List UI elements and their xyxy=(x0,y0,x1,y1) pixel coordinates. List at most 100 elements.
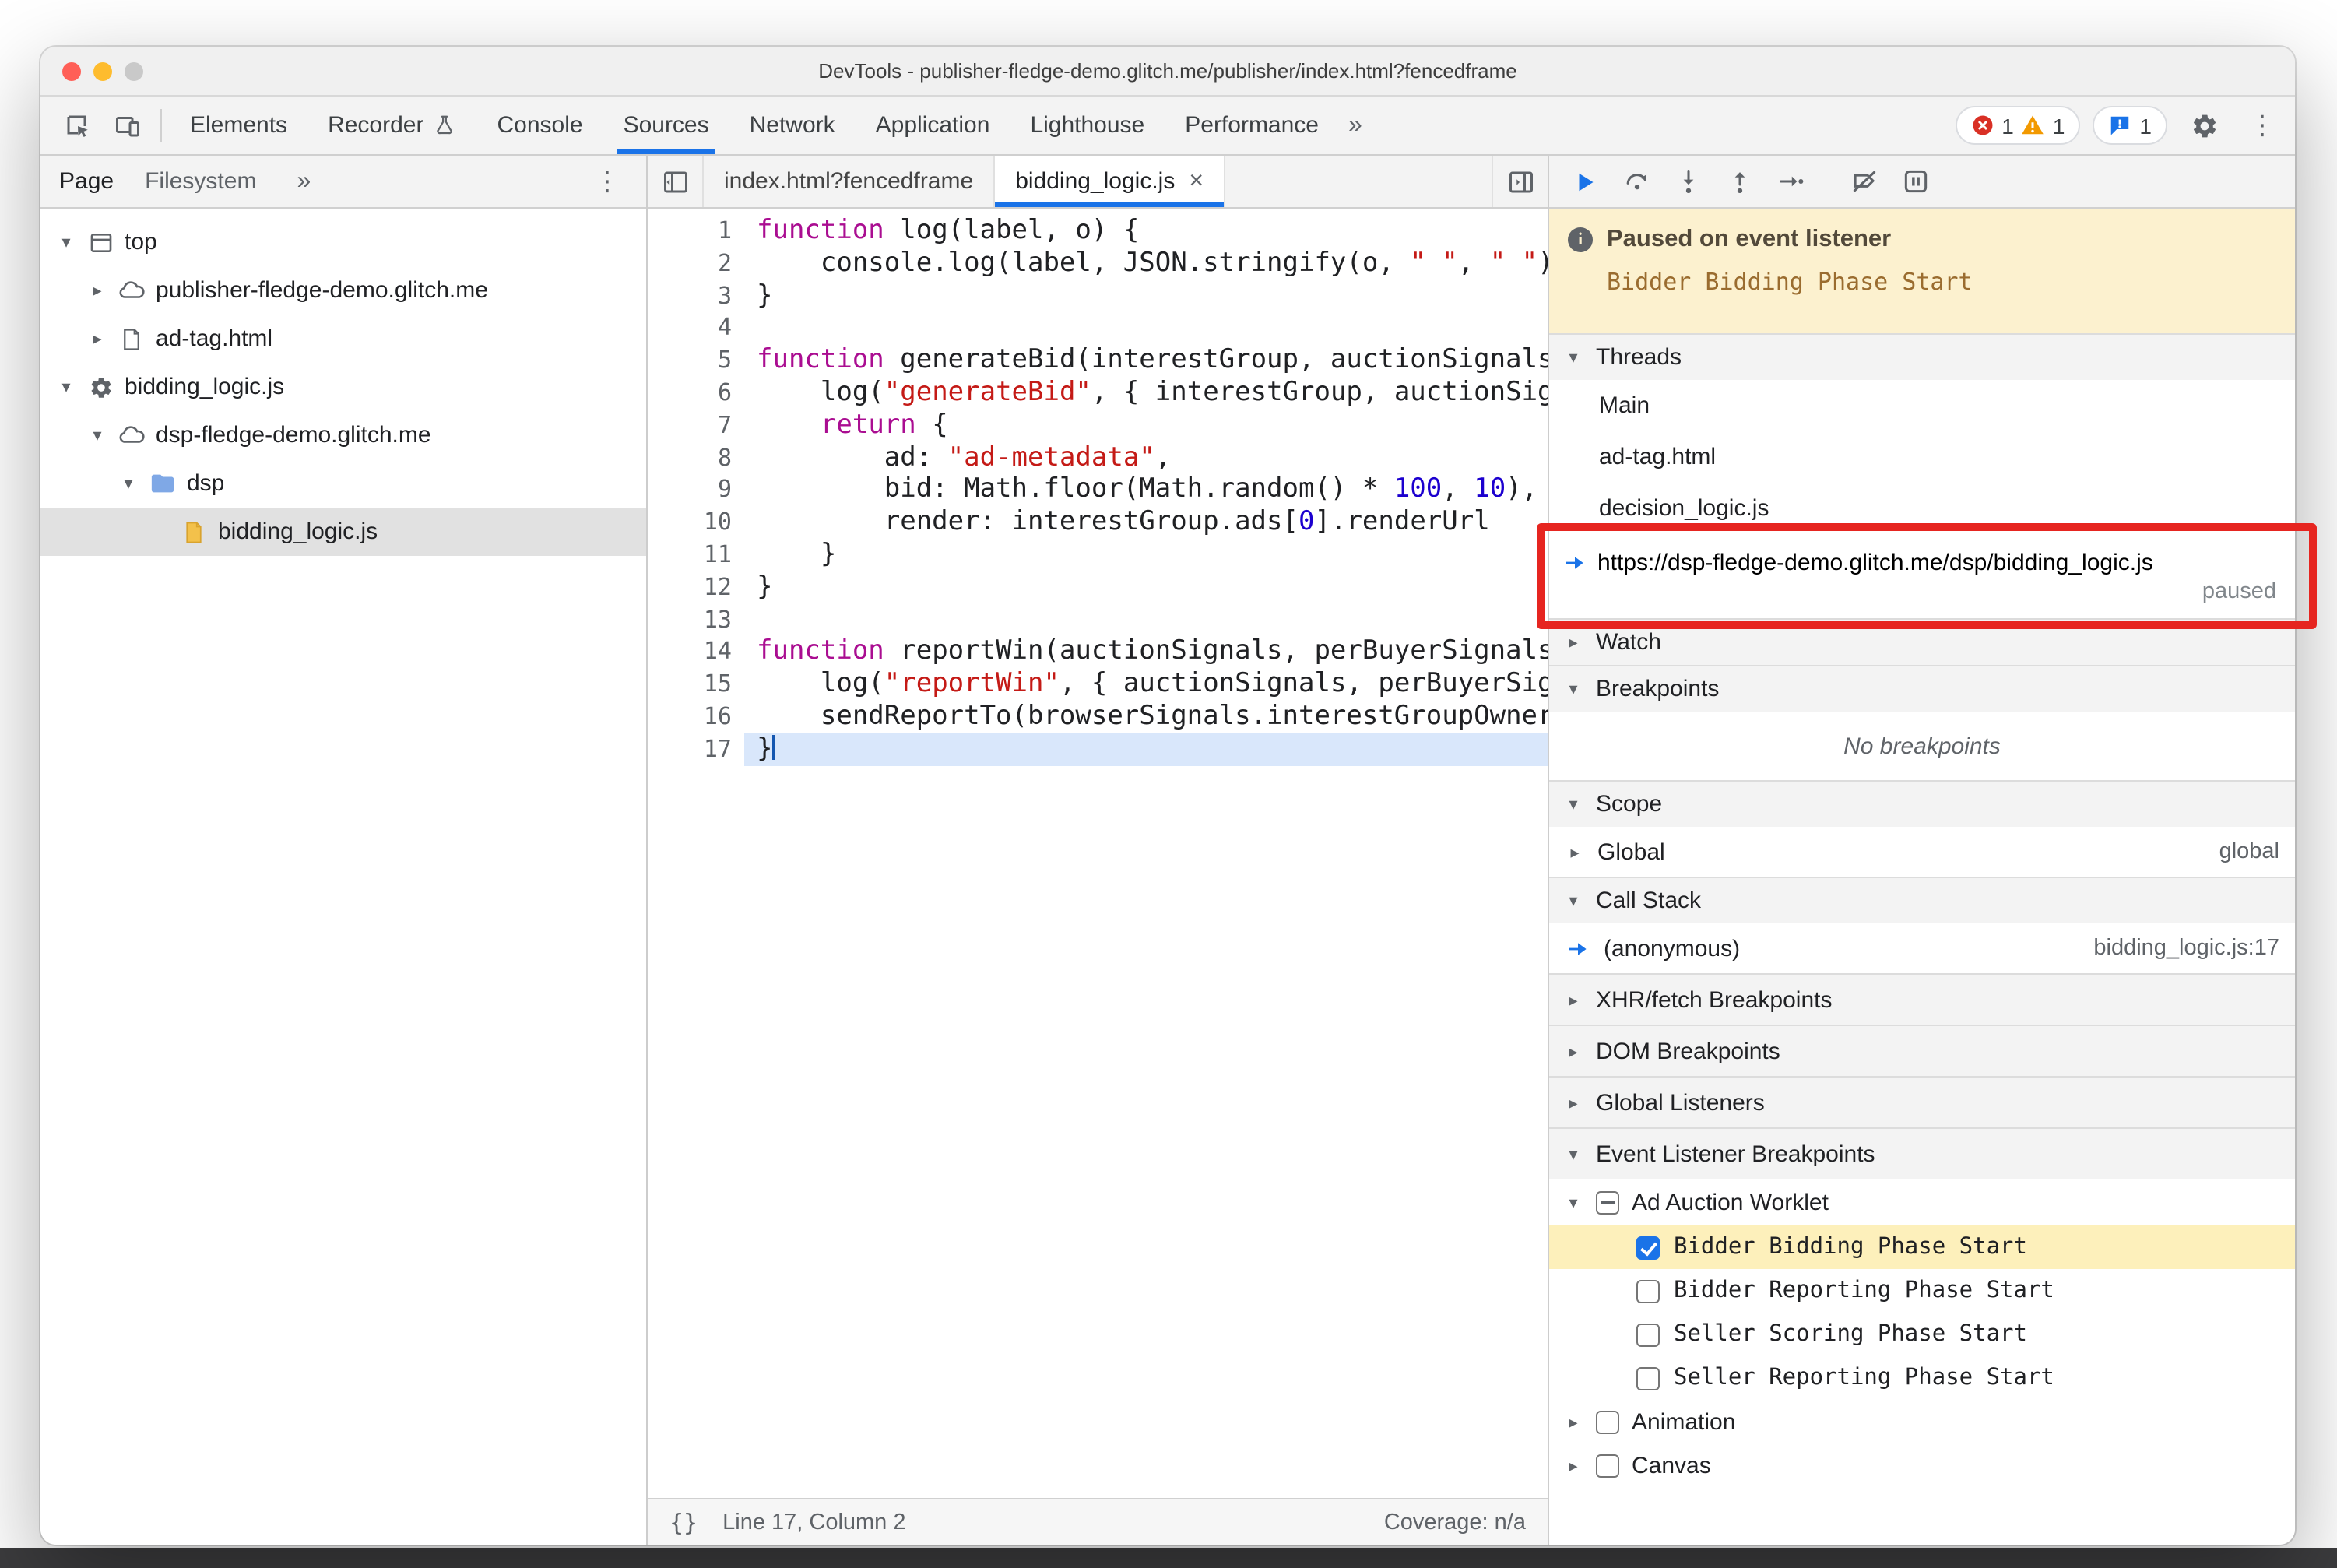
navigator-tab-page[interactable]: Page xyxy=(59,168,114,195)
thread-row-decision-logic[interactable]: decision_logic.js xyxy=(1549,483,2295,534)
collapse-icon[interactable]: ▾ xyxy=(87,425,107,445)
code-text[interactable]: sendReportTo(browserSignals.interestGrou… xyxy=(744,701,1548,733)
step-icon[interactable] xyxy=(1767,160,1814,203)
elb-group-ad-auction-worklet[interactable]: ▾ Ad Auction Worklet xyxy=(1549,1179,2295,1225)
tree-item-worklet[interactable]: ▾ bidding_logic.js xyxy=(40,363,646,411)
seller-scoring-phase-checkbox[interactable] xyxy=(1636,1323,1660,1346)
elb-seller-scoring-phase-start[interactable]: Seller Scoring Phase Start xyxy=(1549,1313,2295,1356)
seller-reporting-phase-checkbox[interactable] xyxy=(1636,1366,1660,1390)
code-line[interactable]: 6 log("generateBid", { interestGroup, au… xyxy=(648,377,1548,410)
resume-script-icon[interactable] xyxy=(1562,160,1608,203)
code-line[interactable]: 16 sendReportTo(browserSignals.interestG… xyxy=(648,701,1548,733)
line-number[interactable]: 15 xyxy=(648,668,744,701)
code-text[interactable]: } xyxy=(744,571,1548,604)
code-text[interactable]: log("generateBid", { interestGroup, auct… xyxy=(744,377,1548,410)
code-text[interactable]: function reportWin(auctionSignals, perBu… xyxy=(744,636,1548,669)
line-number[interactable]: 2 xyxy=(648,248,744,280)
code-text[interactable]: function generateBid(interestGroup, auct… xyxy=(744,344,1548,377)
scope-section-header[interactable]: ▾ Scope xyxy=(1549,780,2295,827)
call-stack-frame[interactable]: (anonymous) bidding_logic.js:17 xyxy=(1549,923,2295,973)
step-into-icon[interactable] xyxy=(1664,160,1711,203)
code-text[interactable]: } xyxy=(744,279,1548,312)
line-number[interactable]: 1 xyxy=(648,215,744,248)
tree-item-dsp-folder[interactable]: ▾ dsp xyxy=(40,459,646,508)
inspect-element-icon[interactable] xyxy=(53,97,103,154)
code-text[interactable] xyxy=(744,312,1548,345)
line-number[interactable]: 17 xyxy=(648,733,744,766)
line-number[interactable]: 16 xyxy=(648,701,744,733)
code-text[interactable]: bid: Math.floor(Math.random() * 100, 10)… xyxy=(744,474,1548,507)
code-text[interactable]: log("reportWin", { auctionSignals, perBu… xyxy=(744,668,1548,701)
xhr-breakpoints-section-header[interactable]: ▸ XHR/fetch Breakpoints xyxy=(1549,973,2295,1025)
editor-tab-bidding-logic[interactable]: bidding_logic.js × xyxy=(995,156,1226,207)
navigator-tab-filesystem[interactable]: Filesystem xyxy=(145,168,256,195)
code-line[interactable]: 10 render: interestGroup.ads[0].renderUr… xyxy=(648,506,1548,539)
more-tabs-icon[interactable]: » xyxy=(1339,97,1372,154)
expand-icon[interactable]: ▸ xyxy=(87,329,107,349)
tab-application[interactable]: Application xyxy=(856,97,1010,154)
breakpoints-section-header[interactable]: ▾ Breakpoints xyxy=(1549,665,2295,712)
line-number[interactable]: 5 xyxy=(648,344,744,377)
tree-item-bidding-logic-file[interactable]: bidding_logic.js xyxy=(40,508,646,556)
code-line[interactable]: 15 log("reportWin", { auctionSignals, pe… xyxy=(648,668,1548,701)
dom-breakpoints-section-header[interactable]: ▸ DOM Breakpoints xyxy=(1549,1025,2295,1076)
tab-elements[interactable]: Elements xyxy=(170,97,308,154)
close-window-button[interactable] xyxy=(62,62,81,80)
tab-lighthouse[interactable]: Lighthouse xyxy=(1010,97,1165,154)
code-text[interactable]: ad: "ad-metadata", xyxy=(744,441,1548,474)
expand-icon[interactable]: ▸ xyxy=(87,280,107,301)
step-out-icon[interactable] xyxy=(1716,160,1762,203)
code-line[interactable]: 14 function reportWin(auctionSignals, per… xyxy=(648,636,1548,669)
navigator-menu-icon[interactable]: ⋮ xyxy=(587,166,627,197)
deactivate-breakpoints-icon[interactable] xyxy=(1840,160,1887,203)
threads-section-header[interactable]: ▾ Threads xyxy=(1549,333,2295,380)
tab-recorder[interactable]: Recorder xyxy=(308,97,476,154)
animation-checkbox[interactable] xyxy=(1596,1410,1619,1433)
code-line[interactable]: 13 xyxy=(648,603,1548,636)
collapse-icon[interactable]: ▾ xyxy=(56,232,76,252)
line-number[interactable]: 14 xyxy=(648,636,744,669)
bidder-bidding-phase-checkbox[interactable] xyxy=(1636,1236,1660,1259)
toggle-navigator-icon[interactable] xyxy=(648,156,704,207)
code-line[interactable]: 2 console.log(label, JSON.stringify(o, "… xyxy=(648,248,1548,280)
global-listeners-section-header[interactable]: ▸ Global Listeners xyxy=(1549,1076,2295,1127)
canvas-checkbox[interactable] xyxy=(1596,1454,1619,1477)
elb-group-canvas[interactable]: ▸ Canvas xyxy=(1549,1443,2295,1487)
bidder-reporting-phase-checkbox[interactable] xyxy=(1636,1279,1660,1303)
code-line[interactable]: 17} xyxy=(648,733,1548,766)
code-text[interactable] xyxy=(744,603,1548,636)
code-line[interactable]: 12} xyxy=(648,571,1548,604)
code-text[interactable]: render: interestGroup.ads[0].renderUrl xyxy=(744,506,1548,539)
expand-icon[interactable]: ▸ xyxy=(1563,1412,1583,1432)
collapse-icon[interactable]: ▾ xyxy=(1563,1192,1583,1212)
watch-section-header[interactable]: ▸ Watch xyxy=(1549,618,2295,665)
close-tab-icon[interactable]: × xyxy=(1189,167,1204,195)
code-line[interactable]: 5 function generateBid(interestGroup, auc… xyxy=(648,344,1548,377)
line-number[interactable]: 3 xyxy=(648,279,744,312)
code-line[interactable]: 8 ad: "ad-metadata", xyxy=(648,441,1548,474)
tree-item-dsp-domain[interactable]: ▾ dsp-fledge-demo.glitch.me xyxy=(40,411,646,459)
code-text[interactable]: return { xyxy=(744,410,1548,442)
line-number[interactable]: 13 xyxy=(648,603,744,636)
event-listener-breakpoints-section-header[interactable]: ▾ Event Listener Breakpoints xyxy=(1549,1127,2295,1179)
expand-icon[interactable]: ▸ xyxy=(1563,1455,1583,1475)
step-over-icon[interactable] xyxy=(1613,160,1660,203)
code-editor[interactable]: 1 function log(label, o) {2 console.log(l… xyxy=(648,209,1548,1498)
code-line[interactable]: 7 return { xyxy=(648,410,1548,442)
pretty-print-icon[interactable]: {} xyxy=(669,1508,698,1536)
code-text[interactable]: console.log(label, JSON.stringify(o, " "… xyxy=(744,248,1548,280)
line-number[interactable]: 10 xyxy=(648,506,744,539)
tab-performance[interactable]: Performance xyxy=(1165,97,1339,154)
issues-badge[interactable]: 1 xyxy=(2093,106,2167,145)
elb-seller-reporting-phase-start[interactable]: Seller Reporting Phase Start xyxy=(1549,1356,2295,1400)
tree-item-ad-tag[interactable]: ▸ ad-tag.html xyxy=(40,315,646,363)
tree-item-publisher-domain[interactable]: ▸ publisher-fledge-demo.glitch.me xyxy=(40,266,646,315)
thread-row-bidding-logic-active[interactable]: https://dsp-fledge-demo.glitch.me/dsp/bi… xyxy=(1549,534,2295,618)
editor-tab-index-html[interactable]: index.html?fencedframe xyxy=(704,156,996,207)
zoom-window-button[interactable] xyxy=(125,62,143,80)
code-text[interactable]: function log(label, o) { xyxy=(744,215,1548,248)
elb-bidder-reporting-phase-start[interactable]: Bidder Reporting Phase Start xyxy=(1549,1269,2295,1313)
thread-row-ad-tag[interactable]: ad-tag.html xyxy=(1549,431,2295,483)
devtools-menu-icon[interactable]: ⋮ xyxy=(2242,110,2283,141)
elb-group-animation[interactable]: ▸ Animation xyxy=(1549,1400,2295,1443)
